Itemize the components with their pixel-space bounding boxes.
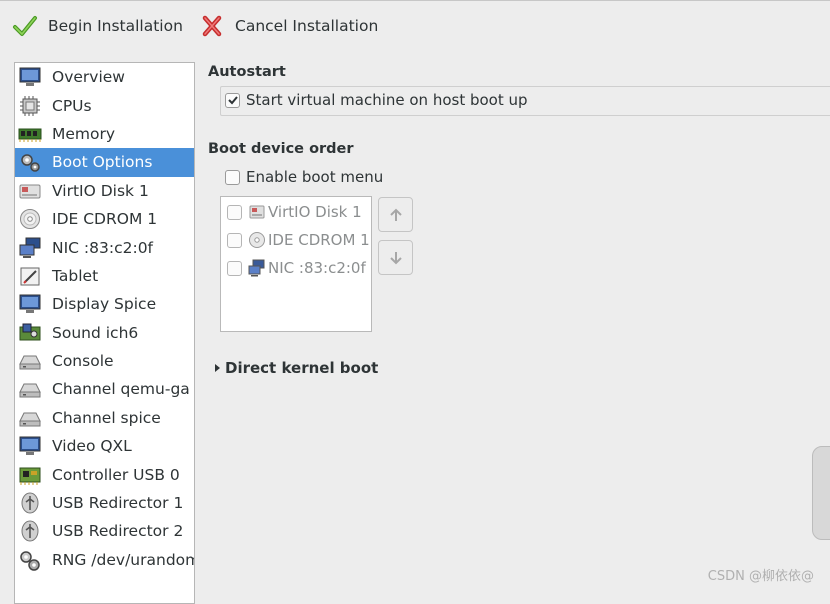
- boot-device-label: IDE CDROM 1: [268, 231, 370, 249]
- sidebar-item-label: RNG /dev/urandom: [52, 550, 195, 569]
- sidebar-item-sound-ich6[interactable]: Sound ich6: [15, 319, 194, 347]
- enable-boot-menu-checkbox[interactable]: [225, 169, 240, 185]
- sidebar-item-label: Video QXL: [52, 437, 132, 456]
- sidebar-item-label: Console: [52, 352, 114, 371]
- sidebar-item-label: Channel qemu-ga: [52, 380, 190, 399]
- enable-boot-menu-row[interactable]: Enable boot menu: [225, 168, 383, 186]
- usb-icon: [21, 492, 39, 514]
- checkmark-icon: [13, 16, 37, 36]
- move-up-button[interactable]: [378, 197, 413, 232]
- sidebar-item-display-spice[interactable]: Display Spice: [15, 290, 194, 318]
- network-icon: [19, 237, 41, 258]
- sidebar-item-label: Boot Options: [52, 153, 153, 172]
- sidebar-item-ide-cdrom-1[interactable]: IDE CDROM 1: [15, 205, 194, 233]
- sidebar-item-usb-redirector-2[interactable]: USB Redirector 2: [15, 517, 194, 545]
- video-card-icon: [19, 436, 41, 456]
- gears-icon: [21, 154, 40, 173]
- monitor-icon: [19, 67, 41, 87]
- sidebar-item-label: IDE CDROM 1: [52, 210, 158, 229]
- move-down-button[interactable]: [378, 240, 413, 275]
- autostart-title: Autostart: [208, 64, 286, 80]
- controller-card-icon: [19, 467, 41, 485]
- chevron-right-icon: [215, 364, 220, 372]
- hard-disk-icon: [19, 184, 41, 199]
- memory-module-icon: [18, 128, 42, 142]
- sidebar-item-label: VirtIO Disk 1: [52, 181, 149, 200]
- sidebar-item-virtio-disk-1[interactable]: VirtIO Disk 1: [15, 177, 194, 205]
- boot-device-checkbox[interactable]: [227, 232, 242, 248]
- serial-console-icon: [19, 355, 41, 370]
- hardware-list: Overview CPUs Memory Boot Options VirtIO Dis…: [14, 62, 195, 604]
- autostart-checkbox[interactable]: [225, 92, 240, 108]
- sidebar-item-overview[interactable]: Overview: [15, 63, 194, 91]
- usb-icon: [21, 520, 39, 542]
- network-icon: [248, 259, 265, 277]
- sidebar-item-console[interactable]: Console: [15, 347, 194, 375]
- sound-card-icon: [19, 323, 41, 341]
- sidebar-item-label: Display Spice: [52, 295, 157, 314]
- sidebar-item-video-qxl[interactable]: Video QXL: [15, 432, 194, 460]
- direct-kernel-boot-expander[interactable]: Direct kernel boot: [213, 359, 378, 377]
- cdrom-icon: [249, 232, 265, 248]
- hard-disk-icon: [249, 205, 265, 219]
- cancel-installation-label: Cancel Installation: [235, 17, 379, 35]
- sidebar-item-label: CPUs: [52, 96, 92, 115]
- sidebar-item-memory[interactable]: Memory: [15, 120, 194, 148]
- channel-icon: [19, 383, 41, 398]
- sidebar-item-label: Controller USB 0: [52, 465, 180, 484]
- check-mark-icon: [227, 96, 238, 105]
- boot-device-virtio-disk[interactable]: VirtIO Disk 1: [227, 203, 362, 221]
- autostart-checkbox-row[interactable]: Start virtual machine on host boot up: [225, 91, 528, 109]
- boot-device-list: VirtIO Disk 1 IDE CDROM 1 NIC :83:c2:0f: [220, 196, 372, 332]
- sidebar-item-tablet[interactable]: Tablet: [15, 262, 194, 290]
- direct-kernel-boot-label: Direct kernel boot: [225, 359, 379, 377]
- boot-options-panel: Autostart Start virtual machine on host …: [207, 62, 830, 592]
- sidebar-item-boot-options[interactable]: Boot Options: [15, 148, 194, 177]
- sidebar-item-nic-83-c2-0f[interactable]: NIC :83:c2:0f: [15, 233, 194, 261]
- cancel-installation-button[interactable]: Cancel Installation: [199, 11, 378, 41]
- sidebar-item-rng-dev-urandom[interactable]: RNG /dev/urandom: [15, 546, 194, 574]
- sidebar-item-label: USB Redirector 1: [52, 494, 184, 513]
- enable-boot-menu-label: Enable boot menu: [246, 168, 384, 186]
- watermark: CSDN @柳依依@: [707, 569, 814, 584]
- channel-icon: [19, 412, 41, 427]
- boot-device-label: NIC :83:c2:0f: [268, 259, 366, 277]
- boot-device-checkbox[interactable]: [227, 204, 242, 220]
- autostart-label: Start virtual machine on host boot up: [246, 91, 528, 109]
- arrow-down-icon: [389, 251, 402, 264]
- tablet-icon: [20, 267, 40, 286]
- sidebar-item-label: Memory: [52, 124, 116, 143]
- boot-order-title: Boot device order: [208, 141, 354, 157]
- toolbar: Begin Installation Cancel Installation: [0, 0, 830, 51]
- sidebar-item-label: NIC :83:c2:0f: [52, 238, 154, 257]
- cpu-chip-icon: [20, 95, 40, 116]
- sidebar-item-controller-usb-0[interactable]: Controller USB 0: [15, 460, 194, 488]
- sidebar-item-label: Overview: [52, 68, 125, 87]
- sidebar-item-channel-qemu-ga[interactable]: Channel qemu-ga: [15, 375, 194, 403]
- scrollbar-thumb[interactable]: [812, 446, 830, 540]
- sidebar-item-label: Tablet: [52, 266, 99, 285]
- arrow-up-icon: [389, 208, 402, 221]
- begin-installation-button[interactable]: Begin Installation: [12, 11, 183, 41]
- sidebar-item-usb-redirector-1[interactable]: USB Redirector 1: [15, 489, 194, 517]
- display-icon: [19, 294, 41, 314]
- sidebar-item-label: Channel spice: [52, 408, 161, 427]
- cdrom-icon: [20, 209, 40, 230]
- boot-device-checkbox[interactable]: [227, 260, 242, 276]
- rng-gears-icon: [20, 551, 40, 571]
- sidebar-item-cpus[interactable]: CPUs: [15, 91, 194, 119]
- sidebar-item-channel-spice[interactable]: Channel spice: [15, 404, 194, 432]
- boot-device-ide-cdrom[interactable]: IDE CDROM 1: [227, 231, 370, 249]
- boot-device-label: VirtIO Disk 1: [268, 203, 362, 221]
- begin-installation-label: Begin Installation: [48, 17, 183, 35]
- cancel-x-icon: [202, 15, 222, 37]
- boot-device-nic[interactable]: NIC :83:c2:0f: [227, 259, 366, 277]
- sidebar-item-label: USB Redirector 2: [52, 522, 184, 541]
- sidebar-item-label: Sound ich6: [52, 323, 139, 342]
